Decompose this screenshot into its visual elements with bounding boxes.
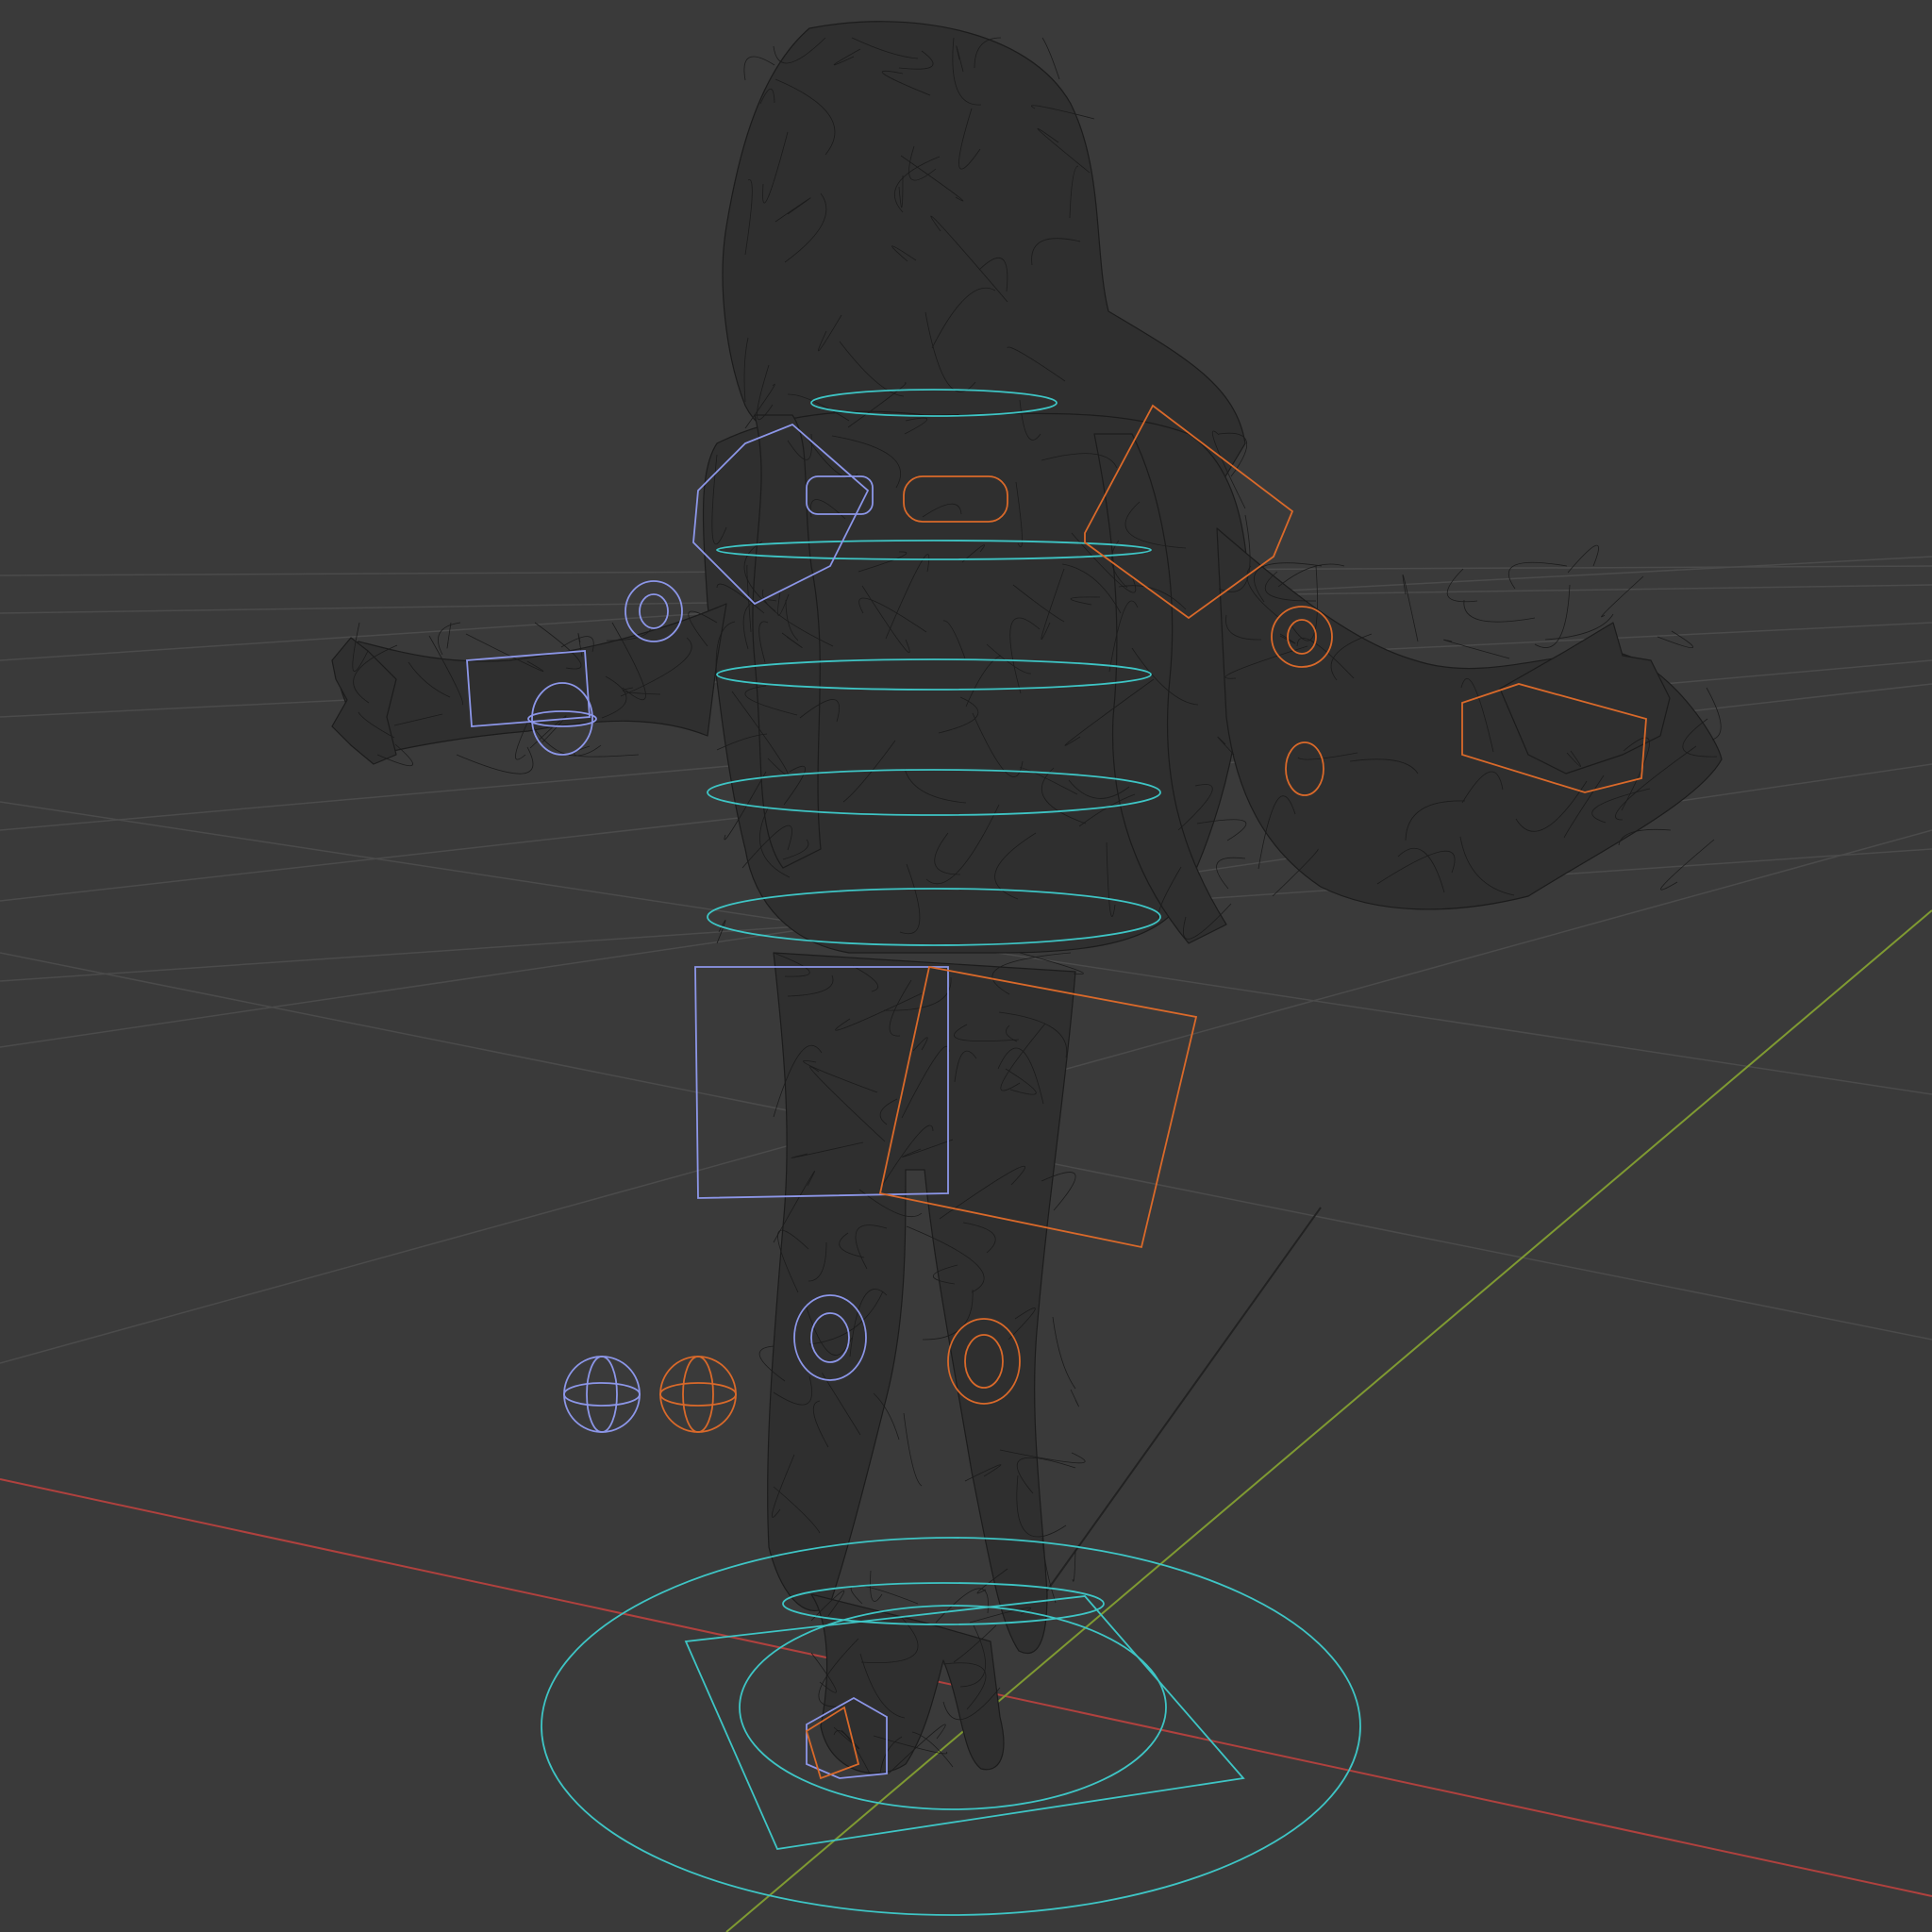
right-leg-ik-target[interactable]: [659, 1356, 737, 1433]
3d-viewport[interactable]: [0, 0, 1932, 1932]
wire-edge: [1567, 544, 1599, 574]
wire-edge: [1216, 857, 1246, 890]
wire-edge: [1534, 584, 1571, 648]
wire-edge: [1463, 599, 1536, 623]
left-elbow-pole-inner[interactable]: [639, 593, 669, 629]
wire-edge: [1446, 568, 1478, 603]
wire-edge: [850, 1585, 919, 1605]
wire-edge: [870, 1570, 883, 1602]
wire-edge: [1070, 1389, 1079, 1407]
wire-edge: [1277, 563, 1345, 588]
wire-edge: [1657, 630, 1693, 648]
wire-edge: [1443, 639, 1510, 659]
viewport-scene[interactable]: [0, 0, 1932, 1932]
wire-edge: [1052, 1316, 1076, 1390]
left-leg-ik-target[interactable]: [563, 1356, 641, 1433]
z-axis-line: [1037, 1207, 1322, 1605]
wire-edge: [1507, 561, 1568, 590]
wire-edge: [438, 622, 461, 656]
character-mesh[interactable]: [331, 21, 1723, 1774]
root-control-outer[interactable]: [541, 1537, 1361, 1916]
wire-edge: [903, 1412, 923, 1487]
wire-edge: [743, 56, 775, 81]
wire-edge: [1601, 575, 1644, 618]
wire-edge: [456, 746, 534, 774]
wire-edge: [574, 745, 640, 758]
